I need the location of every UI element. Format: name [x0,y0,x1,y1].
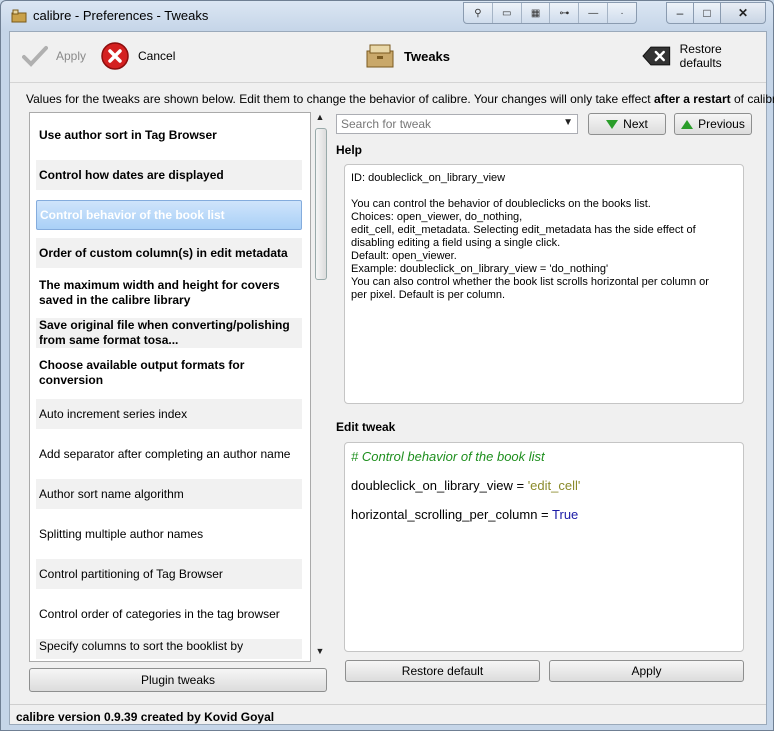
tweaks-section-label: Tweaks [404,48,451,64]
scroll-up-arrow-icon[interactable]: ▲ [313,112,327,126]
preferences-client-area: Apply Cancel Tweaks Restore defaults Val… [9,31,774,725]
apply-button[interactable]: Apply [549,660,744,682]
code-line-2: horizontal_scrolling_per_column = True [351,507,737,536]
toolbar: Apply Cancel Tweaks Restore defaults [10,32,766,83]
checkmark-icon [22,46,48,67]
close-button[interactable]: ✕ [720,2,766,24]
restore-default-button[interactable]: Restore default [345,660,540,682]
status-divider [10,704,766,705]
dropdown-arrow-icon[interactable]: ▼ [563,117,573,128]
cancel-icon [101,42,129,70]
code-value-2: True [552,507,579,522]
description-text-bold: after a restart [653,92,731,106]
minimize-button[interactable]: – [666,2,694,24]
preferences-window: calibre - Preferences - Tweaks ⚲ ▭ ▦ ⊶ —… [0,0,774,731]
tweak-list-item[interactable]: Save original file when converting/polis… [36,318,302,348]
tweak-list-item[interactable]: Control partitioning of Tag Browser [36,559,302,589]
tweak-list-item[interactable]: Choose available output formats for conv… [36,358,302,388]
down-arrow-icon [606,119,619,129]
code-var-1: doubleclick_on_library_view [351,478,513,493]
tweak-list-item[interactable]: Author sort name algorithm [36,479,302,509]
previous-button[interactable]: Previous [674,113,752,135]
tweak-list-item[interactable]: Add separator after completing an author… [36,439,302,469]
code-op-2: = [537,507,553,522]
tweak-list-item[interactable]: Order of custom column(s) in edit metada… [36,238,302,268]
description-text-before: Values for the tweaks are shown below. E… [26,92,654,106]
edit-tweak-heading: Edit tweak [336,420,396,434]
tweak-list-item[interactable]: Use author sort in Tag Browser [36,120,302,150]
tweak-list-item[interactable]: Splitting multiple author names [36,519,302,549]
code-op-1: = [512,478,528,493]
tweaks-description: Values for the tweaks are shown below. E… [26,92,774,106]
help-heading: Help [336,143,363,157]
tweak-list-item-selected[interactable]: Control behavior of the book list [36,200,302,230]
title-bar[interactable]: calibre - Preferences - Tweaks ⚲ ▭ ▦ ⊶ —… [1,1,773,31]
grid-icon[interactable]: ▦ [522,3,551,23]
code-value-1: 'edit_cell' [527,478,581,493]
scroll-thumb[interactable] [315,128,327,280]
pin-icon[interactable]: ⚲ [464,3,493,23]
code-var-2: horizontal_scrolling_per_column [351,507,538,522]
tweak-list-item[interactable]: Control how dates are displayed [36,160,302,190]
search-placeholder: Search for tweak [341,117,432,131]
tweaks-box-icon [366,44,394,68]
previous-label: Previous [698,117,745,131]
description-text-after: of calibre. [733,92,774,106]
restore-defaults-toolbar-button[interactable]: Restore defaults [642,42,766,70]
up-arrow-icon [681,119,694,129]
code-line-1: doubleclick_on_library_view = 'edit_cell… [351,478,737,507]
apply-toolbar-button[interactable]: Apply [22,42,86,70]
help-text-box[interactable]: ID: doubleclick_on_library_view You can … [344,164,744,404]
titlebar-tool-group: ⚲ ▭ ▦ ⊶ — · [463,2,637,24]
calibre-app-icon [11,9,27,23]
tweak-list-item[interactable]: Specify columns to sort the booklist by [36,639,302,659]
code-comment: # Control behavior of the book list [351,449,545,464]
window-icon[interactable]: ▭ [493,3,522,23]
tweak-list[interactable]: Use author sort in Tag Browser Control h… [29,112,311,662]
scroll-down-arrow-icon[interactable]: ▼ [313,646,327,660]
window-title: calibre - Preferences - Tweaks [33,8,209,23]
code-comment-line: # Control behavior of the book list [351,449,737,478]
tweak-list-scrollbar[interactable]: ▲ ▼ [313,112,327,660]
status-bar-text: calibre version 0.9.39 created by Kovid … [16,710,275,724]
next-label: Next [623,117,648,131]
next-button[interactable]: Next [588,113,666,135]
maximize-button[interactable]: □ [693,2,721,24]
backspace-icon [642,46,671,66]
tweak-list-item[interactable]: Control order of categories in the tag b… [36,599,302,629]
plugin-tweaks-button[interactable]: Plugin tweaks [29,668,327,692]
dot-icon[interactable]: · [608,3,636,23]
dash-icon[interactable]: — [579,3,609,23]
tweaks-section-header: Tweaks [364,42,450,70]
tweak-list-item[interactable]: The maximum width and height for covers … [36,278,302,308]
cancel-toolbar-label: Cancel [138,49,176,63]
restore-defaults-toolbar-label: Restore defaults [679,42,722,70]
tweak-list-item[interactable]: Auto increment series index [36,399,302,429]
search-tweak-input[interactable]: Search for tweak ▼ [336,114,578,134]
cancel-toolbar-button[interactable]: Cancel [100,42,175,70]
edit-tweak-editor[interactable]: # Control behavior of the book list doub… [344,442,744,652]
plug-icon[interactable]: ⊶ [550,3,580,23]
apply-toolbar-label: Apply [56,49,87,63]
